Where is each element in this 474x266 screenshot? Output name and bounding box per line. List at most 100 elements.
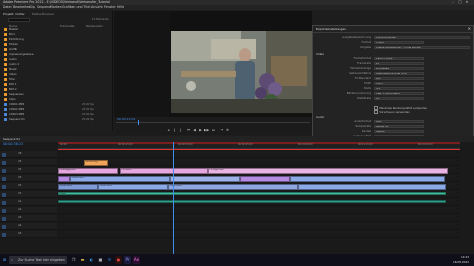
- track-header[interactable]: V1: [0, 191, 57, 198]
- step-back-button[interactable]: ◀: [192, 128, 197, 133]
- setting-value[interactable]: Exportoptionen: [374, 35, 470, 40]
- windows-start-icon[interactable]: ⊞: [1, 256, 8, 264]
- menu-file[interactable]: Datei: [3, 5, 12, 10]
- setting-value[interactable]: Hoch: [374, 81, 424, 86]
- premiere-icon[interactable]: Pr: [124, 256, 131, 264]
- setting-value[interactable]: AAC: [374, 119, 424, 124]
- go-to-in-button[interactable]: ⏮: [186, 128, 191, 133]
- clip[interactable]: Fx-Titel-1: [120, 167, 208, 174]
- mail-icon[interactable]: ✉: [106, 256, 113, 264]
- clip[interactable]: Einstiegsgrafik: [58, 167, 118, 174]
- adobe-app-icon[interactable]: Ae: [133, 256, 140, 264]
- track-header[interactable]: A3: [0, 215, 57, 222]
- monitor-scrubber[interactable]: [116, 122, 310, 123]
- mark-button[interactable]: ◂: [166, 128, 171, 133]
- track-target-toggle[interactable]: [2, 216, 6, 221]
- track-target-toggle[interactable]: [2, 200, 6, 205]
- track-header[interactable]: V4: [0, 167, 57, 174]
- use-previews-checkbox[interactable]: Vorschauen verwenden: [374, 110, 409, 114]
- media-item[interactable]: C0001.MP4 25,00 fps: [2, 102, 110, 106]
- bin-item[interactable]: Titel: [2, 77, 110, 81]
- menu-markers[interactable]: Marken: [50, 5, 62, 10]
- play-button[interactable]: ▶: [198, 128, 203, 133]
- setting-value[interactable]: 10: [374, 96, 424, 101]
- setting-value[interactable]: Quadratische Pixel (1,0): [374, 71, 424, 76]
- track-header[interactable]: V6: [0, 151, 57, 158]
- audio-clip[interactable]: [58, 199, 446, 203]
- track-header[interactable]: A5: [0, 231, 57, 238]
- clip[interactable]: [58, 175, 70, 182]
- menu-clip[interactable]: Clip: [29, 5, 35, 10]
- task-view-icon[interactable]: ❐: [70, 256, 77, 264]
- bin-item[interactable]: Master: [2, 27, 110, 31]
- monitor-playhead[interactable]: [138, 120, 139, 125]
- setting-value[interactable]: 1920 x 1080: [374, 56, 424, 61]
- track-target-toggle[interactable]: [2, 208, 6, 213]
- audio-clip[interactable]: Musik: [58, 191, 446, 195]
- track-header[interactable]: V3: [0, 175, 57, 182]
- bin-item[interactable]: Audio 2: [2, 62, 110, 66]
- track-header[interactable]: V2: [0, 183, 57, 190]
- setting-value[interactable]: PAL: [374, 76, 424, 81]
- track-header[interactable]: A1: [0, 199, 57, 206]
- setting-value[interactable]: VBR, 1 Durchgang: [374, 91, 424, 96]
- clip[interactable]: [240, 175, 290, 182]
- clip[interactable]: Fx-Logo-Titel: [208, 167, 448, 174]
- bin-item[interactable]: Bild 2: [2, 87, 110, 91]
- bin-item[interactable]: Grafik: [2, 47, 110, 51]
- time-ruler[interactable]: 00:00 00:00:15:00 00:00:30:00 00:00:45:0…: [58, 142, 460, 149]
- menu-window[interactable]: Fenster: [104, 5, 116, 10]
- store-icon[interactable]: ▦: [97, 256, 104, 264]
- app-icon[interactable]: ●: [115, 256, 122, 264]
- clip[interactable]: [298, 183, 446, 190]
- track-target-toggle[interactable]: [2, 176, 6, 181]
- taskbar-search-input[interactable]: ⌕ Zur Suche Text hier eingeben: [9, 256, 67, 264]
- setting-value[interactable]: Stereo: [374, 129, 424, 134]
- mark-out-button[interactable]: }: [178, 128, 183, 133]
- clip[interactable]: [290, 175, 445, 182]
- track-target-toggle[interactable]: [2, 232, 6, 237]
- monitor-timecode[interactable]: 00:00:12:03: [117, 117, 135, 121]
- clip[interactable]: [170, 175, 240, 182]
- bin-item[interactable]: Bin1: [2, 32, 110, 36]
- clip[interactable]: C0003.MP4: [98, 183, 168, 190]
- bin-item[interactable]: Einführung: [2, 37, 110, 41]
- add-button[interactable]: ⊕: [225, 128, 230, 133]
- media-item[interactable]: Sequenz 01 25,00 fps: [2, 117, 110, 121]
- track-target-toggle[interactable]: [2, 192, 6, 197]
- setting-value[interactable]: Progressiv: [374, 66, 424, 71]
- bin-item[interactable]: Clips: [2, 97, 110, 101]
- clip[interactable]: C0001.MP4: [70, 175, 170, 182]
- track-target-toggle[interactable]: [2, 184, 6, 189]
- insert-button[interactable]: ⇥: [219, 128, 224, 133]
- tab-media-browser[interactable]: Media-Browser: [32, 12, 54, 16]
- project-search-input[interactable]: [8, 18, 30, 22]
- track-target-toggle[interactable]: [2, 224, 6, 229]
- menu-graphics[interactable]: Grafiken und Titel: [62, 5, 90, 10]
- setting-value[interactable]: 25: [374, 61, 424, 66]
- close-icon[interactable]: ✕: [468, 26, 471, 31]
- setting-value[interactable]: 48000 Hz: [374, 124, 424, 129]
- track-header[interactable]: V5: [0, 159, 57, 166]
- menu-sequence[interactable]: Sequenz: [37, 5, 51, 10]
- preset-select[interactable]: Quelle entsprechen – Hohe Bitrate: [374, 45, 470, 50]
- format-select[interactable]: H.264: [374, 40, 424, 45]
- bin-item[interactable]: Farben: [2, 42, 110, 46]
- menu-edit[interactable]: Bearbeiten: [13, 5, 31, 10]
- menu-view[interactable]: Ansicht: [91, 5, 103, 10]
- setting-value[interactable]: 4.2: [374, 86, 424, 91]
- track-target-toggle[interactable]: [2, 152, 6, 157]
- bin-item[interactable]: Sequenzen: [2, 92, 110, 96]
- system-clock[interactable]: 14:23 18.08.2022: [453, 255, 469, 265]
- step-forward-button[interactable]: ▶▶: [204, 128, 209, 133]
- bin-item[interactable]: Anpassungsebene: [2, 52, 110, 56]
- clip[interactable]: Einführung: [84, 159, 108, 166]
- bin-item[interactable]: Bild 1: [2, 82, 110, 86]
- track-target-toggle[interactable]: [2, 160, 6, 165]
- bin-item[interactable]: Video: [2, 72, 110, 76]
- track-header[interactable]: A4: [0, 223, 57, 230]
- bin-item[interactable]: Audio: [2, 57, 110, 61]
- mark-in-button[interactable]: {: [172, 128, 177, 133]
- track-target-toggle[interactable]: [2, 168, 6, 173]
- track-header[interactable]: A2: [0, 207, 57, 214]
